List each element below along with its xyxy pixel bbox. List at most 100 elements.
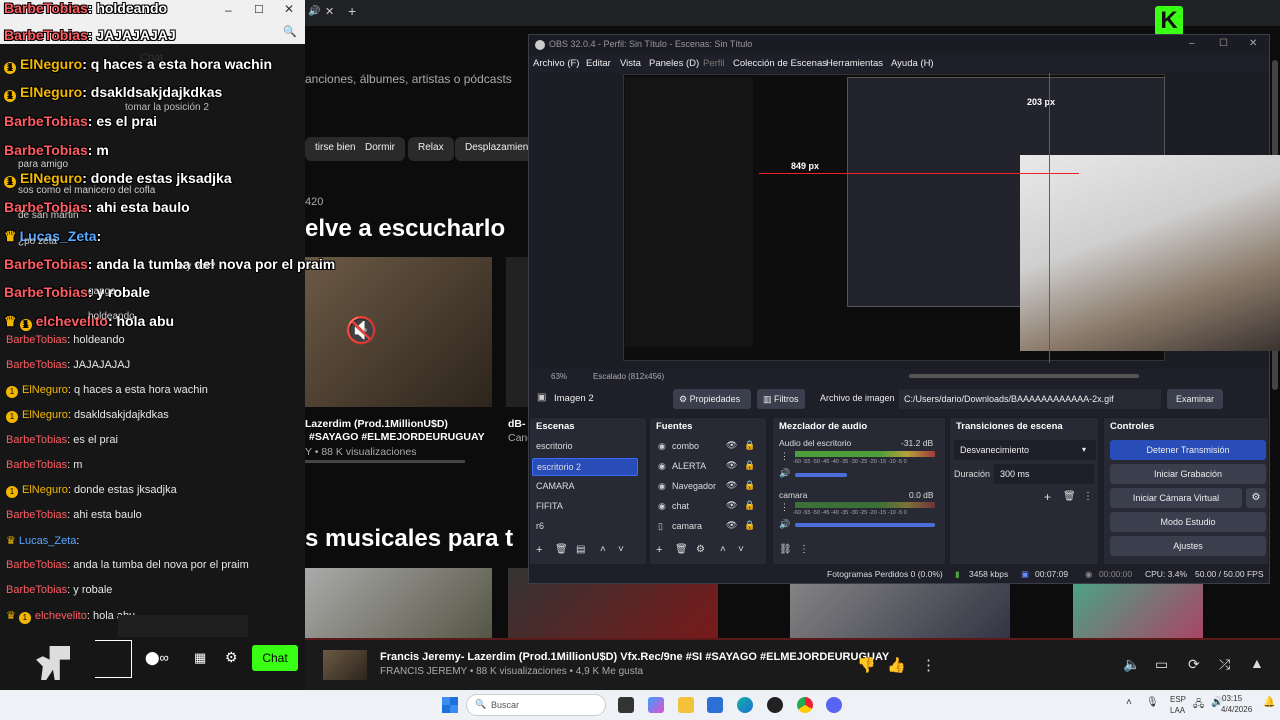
visibility-icon[interactable]: 👁 (726, 440, 737, 451)
source-item[interactable]: camara (672, 518, 702, 536)
lock-icon[interactable]: 🔒 (744, 500, 755, 511)
scene-item[interactable]: FIFITA (536, 498, 563, 516)
settings-icon[interactable]: ⚙ (225, 649, 238, 666)
now-playing-thumb[interactable] (323, 650, 367, 680)
visibility-icon[interactable]: 👁 (726, 500, 737, 511)
menu-coleccion[interactable]: Colección de Escenas (733, 58, 827, 69)
chat-username[interactable]: ElNeguro (22, 484, 68, 496)
chat-username[interactable]: BarbeTobias (6, 559, 67, 571)
remove-transition-icon[interactable]: 🗑 (1063, 491, 1076, 502)
card-title[interactable]: Lazerdim (Prod.1MillionU$D) (305, 418, 448, 430)
remove-source-icon[interactable]: 🗑 (675, 544, 688, 555)
menu-vista[interactable]: Vista (620, 58, 641, 69)
now-playing-title[interactable]: Francis Jeremy- Lazerdim (Prod.1MillionU… (380, 651, 889, 663)
maximize-icon[interactable]: ☐ (254, 3, 264, 16)
scene-item-selected[interactable]: escritorio 2 (532, 458, 638, 476)
obs-preview[interactable]: 849 px 203 px (529, 73, 1280, 369)
scene-item[interactable]: r6 (536, 518, 544, 536)
discord-icon[interactable] (826, 697, 842, 713)
dislike-icon[interactable]: 👎 (857, 656, 876, 674)
obs-app-icon[interactable] (767, 697, 783, 713)
copilot-icon[interactable] (648, 697, 664, 713)
preview-hscroll[interactable] (909, 374, 1139, 378)
shuffle-icon[interactable]: ⤮ (1219, 656, 1230, 673)
notification-icon[interactable]: 🔔 (1263, 697, 1275, 708)
lock-icon[interactable]: 🔒 (744, 480, 755, 491)
new-tab-icon[interactable]: + (348, 3, 356, 19)
video-thumbnail-3[interactable] (305, 568, 492, 640)
transition-select[interactable]: Desvanecimiento ▾ (954, 440, 1096, 460)
close-icon[interactable]: ✕ (284, 2, 294, 16)
source-item[interactable]: combo (672, 438, 699, 456)
volume-slider[interactable] (795, 473, 847, 477)
obs-maximize-icon[interactable]: ☐ (1219, 38, 1228, 49)
more-icon[interactable]: ⋮ (921, 656, 936, 674)
stop-stream-button[interactable]: Detener Transmisión (1110, 440, 1266, 460)
mixer-menu-icon[interactable]: ⋮ (780, 502, 789, 513)
scene-filter-icon[interactable]: ▤ (576, 544, 585, 555)
mic-icon[interactable]: 🎙 (1146, 697, 1159, 708)
like-icon[interactable]: 👍 (887, 656, 906, 674)
menu-editar[interactable]: Editar (586, 58, 611, 69)
chat-username[interactable]: elchevelito (35, 610, 87, 622)
windows-start-icon[interactable] (442, 697, 458, 713)
network-icon[interactable]: 🖧 (1193, 697, 1204, 714)
menu-ayuda[interactable]: Ayuda (H) (891, 58, 934, 69)
menu-paneles[interactable]: Paneles (D) (649, 58, 699, 69)
taskbar-search[interactable]: 🔍 Buscar (466, 694, 606, 716)
menu-archivo[interactable]: Archivo (F) (533, 58, 579, 69)
image-path-field[interactable]: C:/Users/dario/Downloads/BAAAAAAAAAAAA-2… (899, 389, 1161, 409)
mixer-speaker-icon[interactable]: 🔊 (779, 468, 790, 479)
video-thumbnail[interactable]: 🔇 (305, 257, 492, 407)
edge-icon[interactable] (737, 697, 753, 713)
move-down-icon[interactable]: ˅ (618, 544, 624, 555)
properties-button[interactable]: ⚙ Propiedades (673, 389, 751, 409)
visibility-icon[interactable]: 👁 (726, 480, 737, 491)
chat-username[interactable]: BarbeTobias (6, 584, 67, 596)
chip-relax[interactable]: Relax (408, 137, 454, 161)
scene-item[interactable]: escritorio (536, 438, 573, 456)
scene-item[interactable]: CAMARA (536, 478, 575, 496)
store-icon[interactable]: ▦ (194, 650, 206, 666)
visibility-icon[interactable]: 👁 (726, 520, 737, 531)
obs-minimize-icon[interactable]: – (1189, 38, 1195, 49)
mixer-more-icon[interactable]: ⋮ (799, 544, 809, 555)
chat-username[interactable]: BarbeTobias (6, 434, 67, 446)
source-item[interactable]: chat (672, 498, 689, 516)
add-scene-icon[interactable]: + (536, 544, 542, 556)
settings-button[interactable]: Ajustes (1110, 536, 1266, 556)
card-title-2[interactable]: #SAYAGO #ELMEJORDEURUGUAY (309, 431, 485, 443)
start-recording-button[interactable]: Iniciar Grabación (1110, 464, 1266, 484)
chat-username[interactable]: BarbeTobias (6, 459, 67, 471)
store-app-icon[interactable] (707, 697, 723, 713)
volume-icon[interactable]: 🔈 (1123, 656, 1140, 673)
minimize-icon[interactable]: – (225, 3, 232, 17)
chat-input[interactable] (95, 640, 132, 678)
lock-icon[interactable]: 🔒 (744, 440, 755, 451)
source-settings-icon[interactable]: ⚙ (696, 544, 705, 555)
obs-close-icon[interactable]: ✕ (1249, 38, 1257, 49)
chat-button[interactable]: Chat (252, 645, 298, 671)
move-down-icon[interactable]: ˅ (738, 544, 744, 555)
visibility-icon[interactable]: 👁 (726, 460, 737, 471)
chat-username[interactable]: ElNeguro (22, 409, 68, 421)
menu-perfil[interactable]: Perfil (703, 58, 725, 69)
add-source-icon[interactable]: + (656, 544, 662, 556)
points-icon[interactable]: ⬤∞ (145, 650, 169, 666)
search-input[interactable]: anciones, álbumes, artistas o pódcasts (305, 62, 535, 96)
chat-username[interactable]: ElNeguro (22, 384, 68, 396)
chat-username[interactable]: BarbeTobias (6, 359, 67, 371)
caption-icon[interactable]: ▭ (1155, 656, 1168, 673)
card2-title[interactable]: dB- (508, 418, 526, 430)
tray-chevron-icon[interactable]: ˄ (1126, 697, 1132, 708)
chat-username[interactable]: BarbeTobias (6, 334, 67, 346)
file-explorer-icon[interactable] (678, 697, 694, 713)
mixer-speaker-icon[interactable]: 🔊 (779, 519, 790, 530)
source-item[interactable]: Navegador (672, 478, 716, 496)
mixer-menu-icon[interactable]: ⋮ (780, 451, 789, 462)
lock-icon[interactable]: 🔒 (744, 460, 755, 471)
duration-field[interactable]: 300 ms (994, 464, 1094, 484)
close-tab-icon[interactable]: ✕ (325, 5, 334, 18)
add-transition-icon[interactable]: + (1044, 490, 1051, 504)
task-view-icon[interactable] (618, 697, 634, 713)
